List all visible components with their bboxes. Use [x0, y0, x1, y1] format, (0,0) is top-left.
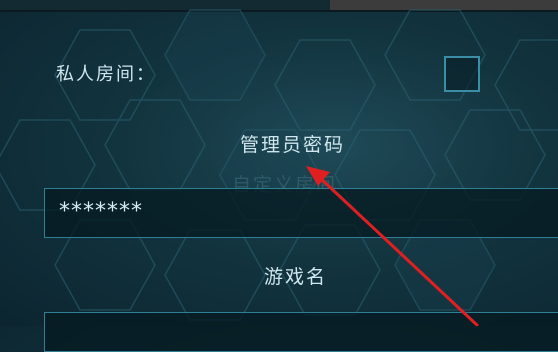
private-room-label: 私人房间：	[56, 64, 156, 85]
password-value: *******	[59, 199, 143, 224]
admin-password-label: 管理员密码	[240, 134, 346, 156]
admin-password-input[interactable]: *******	[44, 188, 558, 238]
private-room-checkbox[interactable]	[444, 56, 480, 92]
game-name-input[interactable]	[44, 312, 558, 352]
game-name-label: 游戏名	[264, 266, 328, 288]
